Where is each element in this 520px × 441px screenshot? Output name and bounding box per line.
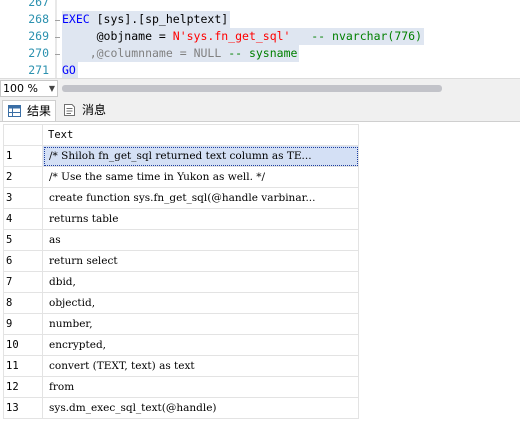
table-row[interactable]: 8 objectid, [3, 292, 359, 314]
fold-guide [55, 37, 60, 38]
zoom-dropdown[interactable]: 100 % ▼ [0, 80, 58, 97]
text-cell[interactable]: convert (TEXT, text) as text [42, 355, 359, 377]
sql-editor[interactable]: 267 268 EXEC [sys].[sp_helptext] 269 @objna… [0, 0, 520, 78]
results-grid[interactable]: Text 1/* Shiloh fn_get_sql returned text… [3, 124, 359, 419]
scrollbar-thumb[interactable] [62, 85, 442, 92]
text-cell[interactable]: /* Shiloh fn_get_sql returned text colum… [42, 145, 359, 167]
code-token: ,@columnname = [62, 46, 194, 60]
line-number: 267 [28, 0, 49, 9]
code-text: ,@columnname = NULL -- sysname [62, 45, 300, 62]
column-header-text[interactable]: Text [42, 124, 359, 146]
code-line[interactable]: 267 [0, 0, 520, 11]
code-token: EXEC [62, 12, 97, 26]
tab-results[interactable]: 结果 [2, 100, 56, 121]
editor-status-row: 100 % ▼ [0, 78, 520, 99]
tab-messages-label: 消息 [82, 103, 107, 117]
code-text: EXEC [sys].[sp_helptext] [62, 11, 231, 28]
code-text: @objname = N'sys.fn_get_sql' -- nvarchar… [62, 28, 425, 45]
table-row[interactable]: 3 create function sys.fn_get_sql(@handle … [3, 187, 359, 209]
results-grid-area: Text 1/* Shiloh fn_get_sql returned text… [0, 122, 520, 441]
line-number: 268 [28, 12, 49, 26]
row-number[interactable]: 11 [3, 355, 43, 377]
grid-header-row: Text [3, 124, 359, 146]
text-cell[interactable]: number, [42, 313, 359, 335]
table-row[interactable]: 11 convert (TEXT, text) as text [3, 355, 359, 377]
code-text: GO [62, 62, 78, 78]
text-cell[interactable]: returns table [42, 208, 359, 230]
code-line[interactable]: 271 GO [0, 62, 520, 78]
table-row[interactable]: 9 number, [3, 313, 359, 335]
text-cell[interactable]: objectid, [42, 292, 359, 314]
line-number: 269 [28, 29, 49, 43]
text-cell[interactable]: dbid, [42, 271, 359, 293]
horizontal-scrollbar[interactable] [62, 83, 516, 94]
row-number[interactable]: 1 [3, 145, 43, 167]
row-number[interactable]: 5 [3, 229, 43, 251]
text-cell[interactable]: encrypted, [42, 334, 359, 356]
row-number[interactable]: 3 [3, 187, 43, 209]
text-cell[interactable]: return select [42, 250, 359, 272]
text-cell[interactable]: as [42, 229, 359, 251]
text-cell[interactable]: sys.dm_exec_sql_text(@handle) [42, 397, 359, 419]
grid-body: 1/* Shiloh fn_get_sql returned text colu… [3, 145, 359, 419]
row-number[interactable]: 2 [3, 166, 43, 188]
row-number[interactable]: 10 [3, 334, 43, 356]
code-token: -- nvarchar(776) [290, 29, 423, 43]
row-number[interactable]: 9 [3, 313, 43, 335]
table-row[interactable]: 2/* Use the same time in Yukon as well. … [3, 166, 359, 188]
table-row[interactable]: 10 encrypted, [3, 334, 359, 356]
line-number: 270 [28, 46, 49, 60]
code-token: @objname = [62, 29, 173, 43]
messages-icon [64, 104, 75, 116]
code-token: NULL [193, 46, 222, 60]
row-number[interactable]: 6 [3, 250, 43, 272]
fold-guide [55, 20, 60, 21]
results-tab-strip: 结果 消息 [0, 99, 520, 122]
tab-results-label: 结果 [27, 104, 52, 118]
tab-messages[interactable]: 消息 [58, 100, 114, 121]
text-cell[interactable]: from [42, 376, 359, 398]
table-row[interactable]: 7 dbid, [3, 271, 359, 293]
row-number[interactable]: 4 [3, 208, 43, 230]
code-line[interactable]: 269 @objname = N'sys.fn_get_sql' -- nvar… [0, 28, 520, 45]
table-row[interactable]: 4 returns table [3, 208, 359, 230]
code-token: [sys].[sp_helptext] [96, 12, 229, 26]
text-cell[interactable]: create function sys.fn_get_sql(@handle v… [42, 187, 359, 209]
row-number[interactable]: 7 [3, 271, 43, 293]
table-row[interactable]: 6 return select [3, 250, 359, 272]
chevron-down-icon: ▼ [48, 84, 55, 93]
table-row[interactable]: 13 sys.dm_exec_sql_text(@handle) [3, 397, 359, 419]
line-number: 271 [28, 63, 49, 77]
code-line[interactable]: 268 EXEC [sys].[sp_helptext] [0, 11, 520, 28]
code-token: N'sys.fn_get_sql' [172, 29, 291, 43]
row-number[interactable]: 13 [3, 397, 43, 419]
code-line[interactable]: 270 ,@columnname = NULL -- sysname [0, 45, 520, 62]
code-token: GO [62, 63, 76, 77]
code-token: -- sysname [221, 46, 298, 60]
results-grid-icon [8, 105, 21, 117]
fold-guide [55, 54, 60, 55]
zoom-value: 100 % [3, 82, 38, 95]
table-row[interactable]: 5 as [3, 229, 359, 251]
table-row[interactable]: 12 from [3, 376, 359, 398]
grid-corner[interactable] [3, 124, 43, 146]
text-cell[interactable]: /* Use the same time in Yukon as well. *… [42, 166, 359, 188]
table-row[interactable]: 1/* Shiloh fn_get_sql returned text colu… [3, 145, 359, 167]
row-number[interactable]: 12 [3, 376, 43, 398]
row-number[interactable]: 8 [3, 292, 43, 314]
